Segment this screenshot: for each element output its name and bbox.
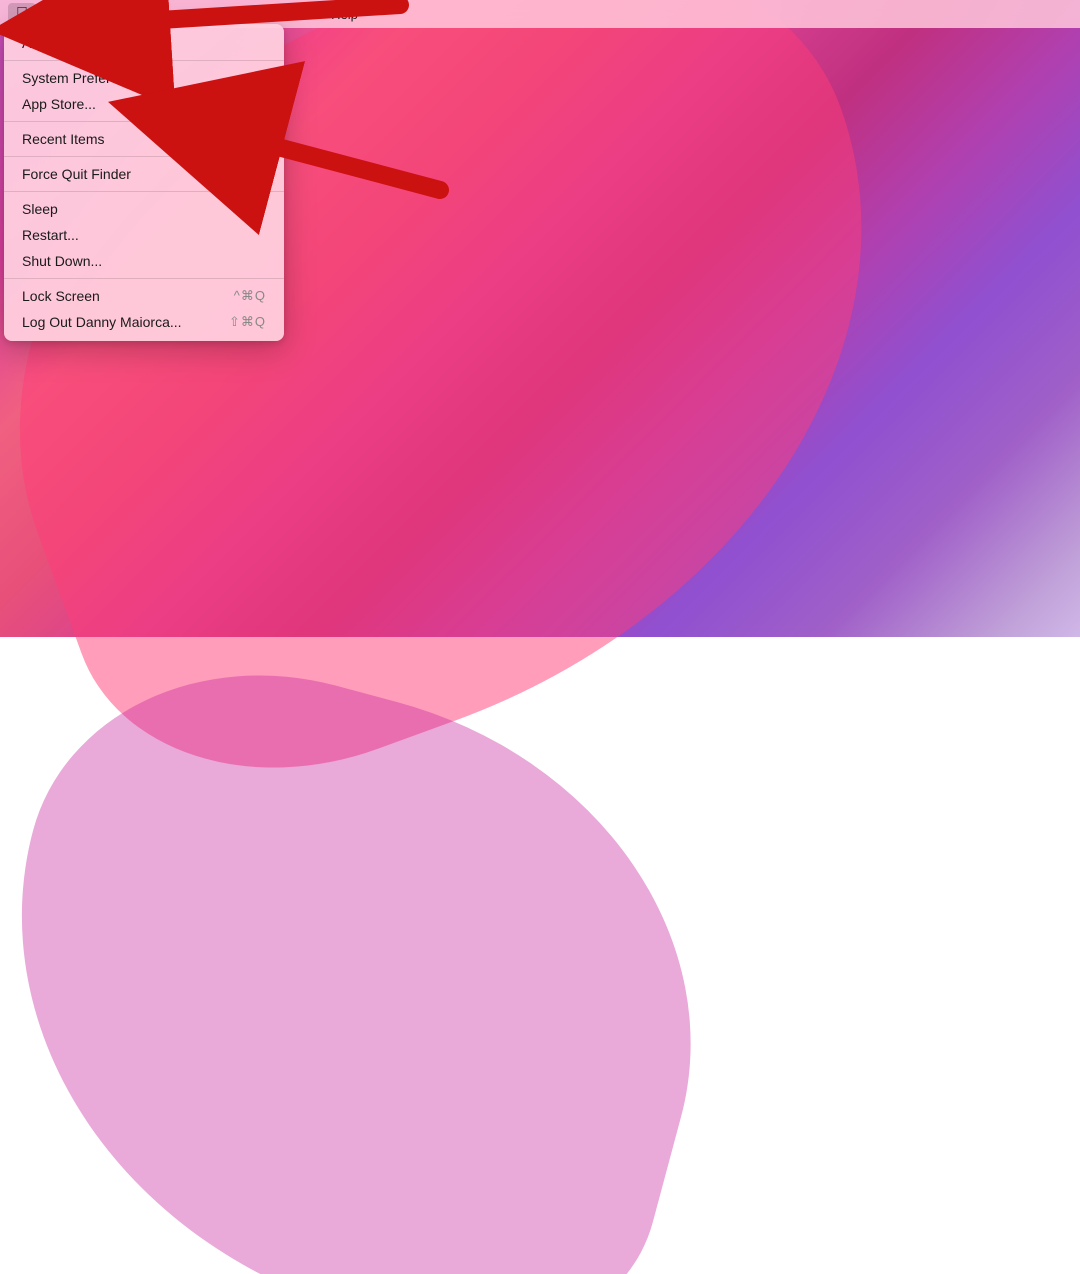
chevron-right-icon: ›	[262, 132, 266, 146]
menu-item-restart[interactable]: Restart...	[4, 222, 284, 248]
separator-4	[4, 191, 284, 192]
menu-item-restart-label: Restart...	[22, 227, 79, 243]
separator-1	[4, 60, 284, 61]
menu-item-system-preferences-label: System Preferences...	[22, 70, 160, 86]
menu-item-force-quit-label: Force Quit Finder	[22, 166, 131, 182]
menubar-item-view[interactable]: View	[172, 5, 216, 24]
menu-item-shutdown[interactable]: Shut Down...	[4, 248, 284, 274]
menu-item-sleep[interactable]: Sleep	[4, 196, 284, 222]
menu-item-app-store[interactable]: App Store...	[4, 91, 284, 117]
menu-item-app-store-label: App Store...	[22, 96, 96, 112]
separator-5	[4, 278, 284, 279]
apple-menu-button[interactable]: 	[8, 3, 36, 25]
menu-item-recent-items-label: Recent Items	[22, 131, 104, 147]
menu-item-force-quit-shortcut: ⌥⇧⌘↺	[212, 166, 266, 182]
separator-3	[4, 156, 284, 157]
menu-item-lock-screen[interactable]: Lock Screen ^⌘Q	[4, 283, 284, 309]
menubar-item-finder[interactable]: nder	[40, 5, 84, 24]
menu-item-sleep-label: Sleep	[22, 201, 58, 217]
menu-item-about-label: About This Mac	[22, 35, 119, 51]
menu-item-force-quit[interactable]: Force Quit Finder ⌥⇧⌘↺	[4, 161, 284, 187]
menubar-item-edit[interactable]: Edit	[129, 5, 167, 24]
menu-item-logout-shortcut: ⇧⌘Q	[229, 314, 266, 330]
menu-item-about[interactable]: About This Mac	[4, 30, 284, 56]
menu-item-logout[interactable]: Log Out Danny Maiorca... ⇧⌘Q	[4, 309, 284, 335]
menu-item-recent-items[interactable]: Recent Items ›	[4, 126, 284, 152]
menubar-item-help[interactable]: Help	[323, 5, 366, 24]
menu-item-lock-screen-label: Lock Screen	[22, 288, 100, 304]
menubar-item-window[interactable]: Window	[257, 5, 319, 24]
menubar-item-file[interactable]: File	[88, 5, 125, 24]
menu-item-logout-label: Log Out Danny Maiorca...	[22, 314, 182, 330]
separator-2	[4, 121, 284, 122]
menubar-item-go[interactable]: Go	[219, 5, 252, 24]
menu-item-system-preferences[interactable]: System Preferences...	[4, 65, 284, 91]
menu-item-shutdown-label: Shut Down...	[22, 253, 102, 269]
menu-item-lock-screen-shortcut: ^⌘Q	[234, 288, 266, 304]
wallpaper-wave-2	[0, 620, 766, 1274]
apple-dropdown-menu: About This Mac System Preferences... App…	[4, 24, 284, 341]
